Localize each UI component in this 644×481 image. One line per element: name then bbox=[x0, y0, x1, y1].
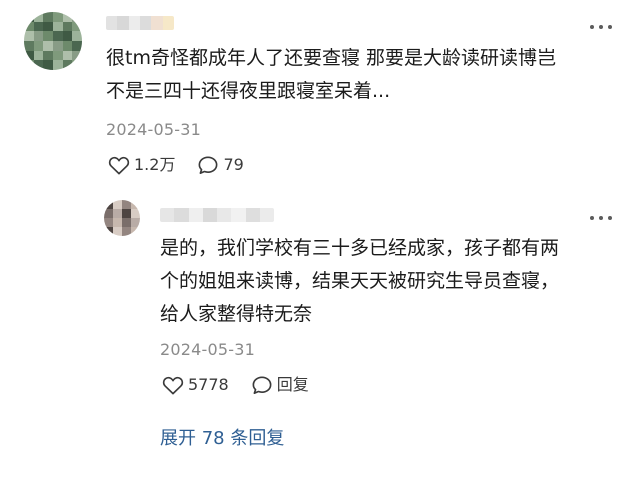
username-blurred[interactable] bbox=[106, 16, 174, 30]
comment-text: 很tm奇怪都成年人了还要查寝 那要是大龄读研读博岂 不是三四十还得夜里跟寝室呆着… bbox=[106, 42, 556, 108]
reply-like-button[interactable]: 5778 bbox=[162, 375, 229, 395]
avatar-commenter[interactable] bbox=[24, 12, 82, 70]
reply-button[interactable]: 回复 bbox=[251, 375, 309, 395]
speech-bubble-icon bbox=[198, 156, 218, 174]
speech-bubble-icon bbox=[252, 376, 272, 394]
reply-count: 79 bbox=[223, 155, 244, 174]
reply-more-options-icon[interactable] bbox=[590, 213, 612, 223]
reply-text: 是的，我们学校有三十多已经成家，孩子都有两 个的姐姐来读博，结果天天被研究生导员… bbox=[160, 232, 559, 331]
reply-line: 是的，我们学校有三十多已经成家，孩子都有两 bbox=[160, 237, 560, 259]
comment-date: 2024-05-31 bbox=[106, 120, 201, 139]
reply-like-count: 5778 bbox=[188, 375, 229, 394]
reply-label: 回复 bbox=[276, 375, 309, 394]
like-button[interactable]: 1.2万 bbox=[108, 155, 175, 175]
reply-line: 给人家整得特无奈 bbox=[160, 303, 313, 325]
reply-actions: 5778 回复 bbox=[162, 375, 331, 395]
reply-date: 2024-05-31 bbox=[160, 340, 255, 359]
reply-username-blurred[interactable] bbox=[160, 208, 274, 222]
heart-outline-icon bbox=[108, 156, 130, 175]
more-options-icon[interactable] bbox=[590, 22, 612, 32]
expand-replies-link[interactable]: 展开 78 条回复 bbox=[160, 424, 284, 450]
reply-line: 个的姐姐来读博，结果天天被研究生导员查寝， bbox=[160, 270, 560, 292]
avatar-replier[interactable] bbox=[104, 200, 140, 236]
reply-count-button[interactable]: 79 bbox=[197, 155, 244, 175]
comment-actions: 1.2万 79 bbox=[108, 155, 266, 175]
heart-outline-icon bbox=[162, 376, 184, 395]
like-count: 1.2万 bbox=[134, 155, 176, 174]
comment-line: 很tm奇怪都成年人了还要查寝 那要是大龄读研读博岂 bbox=[106, 47, 556, 69]
comment-line: 不是三四十还得夜里跟寝室呆着... bbox=[106, 80, 391, 102]
